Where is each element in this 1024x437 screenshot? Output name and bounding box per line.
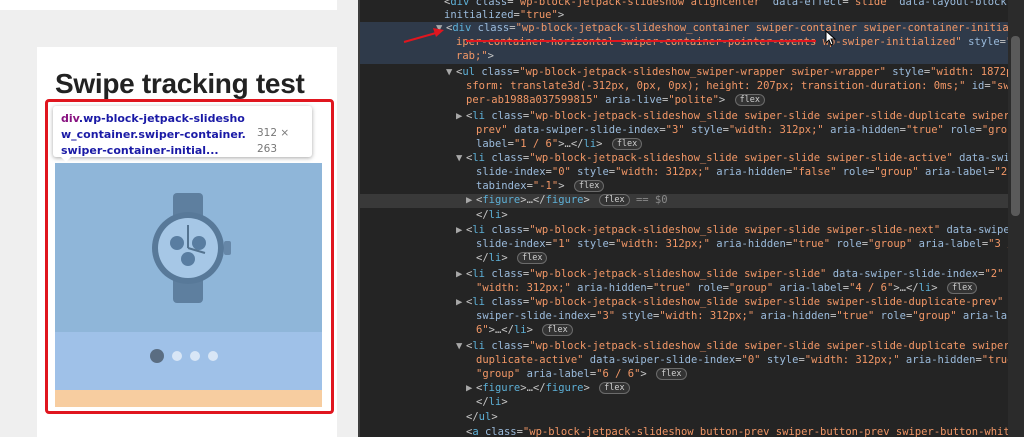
dom-tree-line[interactable]: 6">…</li> flex bbox=[360, 324, 1008, 338]
tooltip-selector: div.wp-block-jetpack-slideshow_container… bbox=[61, 111, 249, 159]
devtools-elements-panel[interactable]: ••• <div class="wp-block-jetpack-slidesh… bbox=[360, 0, 1008, 437]
dom-tree-line[interactable]: sform: translate3d(-312px, 0px, 0px); he… bbox=[360, 80, 1008, 94]
expand-triangle-icon[interactable]: ▶ bbox=[456, 224, 466, 238]
dom-tree-line[interactable]: </li> bbox=[360, 209, 1008, 223]
tooltip-classes: .wp-block-jetpack-slideshow_container.sw… bbox=[61, 112, 246, 157]
annotation-underline bbox=[466, 40, 816, 42]
dom-tree-line[interactable]: label="1 / 6">…</li> flex bbox=[360, 138, 1008, 152]
inspect-tooltip: div.wp-block-jetpack-slideshow_container… bbox=[53, 106, 312, 157]
dom-tree-line[interactable]: ▶ <li class="wp-block-jetpack-slideshow_s… bbox=[360, 296, 1008, 310]
page-title: Swipe tracking test bbox=[55, 68, 305, 99]
expand-triangle-icon[interactable]: ▶ bbox=[456, 296, 466, 310]
expand-triangle-icon[interactable]: ▼ bbox=[456, 152, 466, 166]
expand-triangle-icon[interactable]: ▶ bbox=[456, 110, 466, 124]
tooltip-dimensions: 312 × 263 bbox=[257, 127, 290, 155]
expand-triangle-icon[interactable]: ▼ bbox=[446, 66, 456, 80]
dom-tree-line[interactable]: tabindex="-1"> flex bbox=[360, 180, 1008, 194]
tooltip-arrow bbox=[60, 156, 72, 162]
dom-tree-line[interactable]: duplicate-active" data-swiper-slide-inde… bbox=[360, 354, 1008, 368]
dom-tree-line[interactable]: prev" data-swiper-slide-index="3" style=… bbox=[360, 124, 1008, 138]
dom-tree-line[interactable]: per-ab1988a037599815" aria-live="polite"… bbox=[360, 94, 1008, 108]
dom-tree-line[interactable]: ▼ <li class="wp-block-jetpack-slideshow_s… bbox=[360, 340, 1008, 354]
dom-tree-line[interactable]: ▶ <figure>…</figure> flex bbox=[360, 382, 1008, 396]
expand-triangle-icon[interactable]: ▶ bbox=[466, 382, 476, 396]
dom-tree-line[interactable]: ▼ <div class="wp-block-jetpack-slideshow_… bbox=[360, 22, 1008, 36]
expand-triangle-icon[interactable]: ▼ bbox=[456, 340, 466, 354]
dom-tree-line[interactable]: </li> flex bbox=[360, 252, 1008, 266]
dom-tree-line[interactable]: rab;"> bbox=[360, 50, 1008, 64]
dom-tree-line[interactable]: slide-index="0" style="width: 312px;" ar… bbox=[360, 166, 1008, 180]
dom-tree-line[interactable]: ▶ <figure>…</figure> flex == $0 bbox=[360, 194, 1008, 208]
page-viewport: Swipe tracking test div.wp-block-jetpack… bbox=[0, 0, 358, 437]
dom-tree-line[interactable]: ▶ <li class="wp-block-jetpack-slideshow_s… bbox=[360, 268, 1008, 282]
tooltip-tag: div bbox=[61, 112, 79, 125]
dom-tree-line[interactable]: ▶ <li class="wp-block-jetpack-slideshow_s… bbox=[360, 224, 1008, 238]
dom-tree-line[interactable]: ▼ <li class="wp-block-jetpack-slideshow_s… bbox=[360, 152, 1008, 166]
expand-triangle-icon[interactable]: ▶ bbox=[466, 194, 476, 208]
previous-block bbox=[0, 0, 337, 10]
dom-tree-line[interactable]: slide-index="1" style="width: 312px;" ar… bbox=[360, 238, 1008, 252]
scrollbar-thumb[interactable] bbox=[1011, 36, 1020, 216]
expand-triangle-icon[interactable]: ▶ bbox=[456, 268, 466, 282]
dom-tree-line[interactable]: initialized="true"> bbox=[360, 9, 1008, 23]
dom-tree-line[interactable]: ▼ <ul class="wp-block-jetpack-slideshow_s… bbox=[360, 66, 1008, 80]
dom-tree-line[interactable]: ▶ <li class="wp-block-jetpack-slideshow_s… bbox=[360, 110, 1008, 124]
dom-tree-line[interactable]: iper-container-horizontal swiper-contain… bbox=[360, 36, 1008, 50]
dom-tree-line[interactable]: "width: 312px;" aria-hidden="true" role=… bbox=[360, 282, 1008, 296]
dom-tree-line[interactable]: </li> bbox=[360, 396, 1008, 410]
mouse-cursor-icon bbox=[825, 30, 837, 46]
expand-triangle-icon[interactable]: ▼ bbox=[436, 22, 446, 36]
dom-tree-line[interactable]: </ul> bbox=[360, 411, 1008, 425]
dom-tree-line[interactable]: "group" aria-label="6 / 6"> flex bbox=[360, 368, 1008, 382]
dom-tree-line[interactable]: <a class="wp-block-jetpack-slideshow_but… bbox=[360, 426, 1008, 437]
dom-tree-line[interactable]: swiper-slide-index="3" style="width: 312… bbox=[360, 310, 1008, 324]
